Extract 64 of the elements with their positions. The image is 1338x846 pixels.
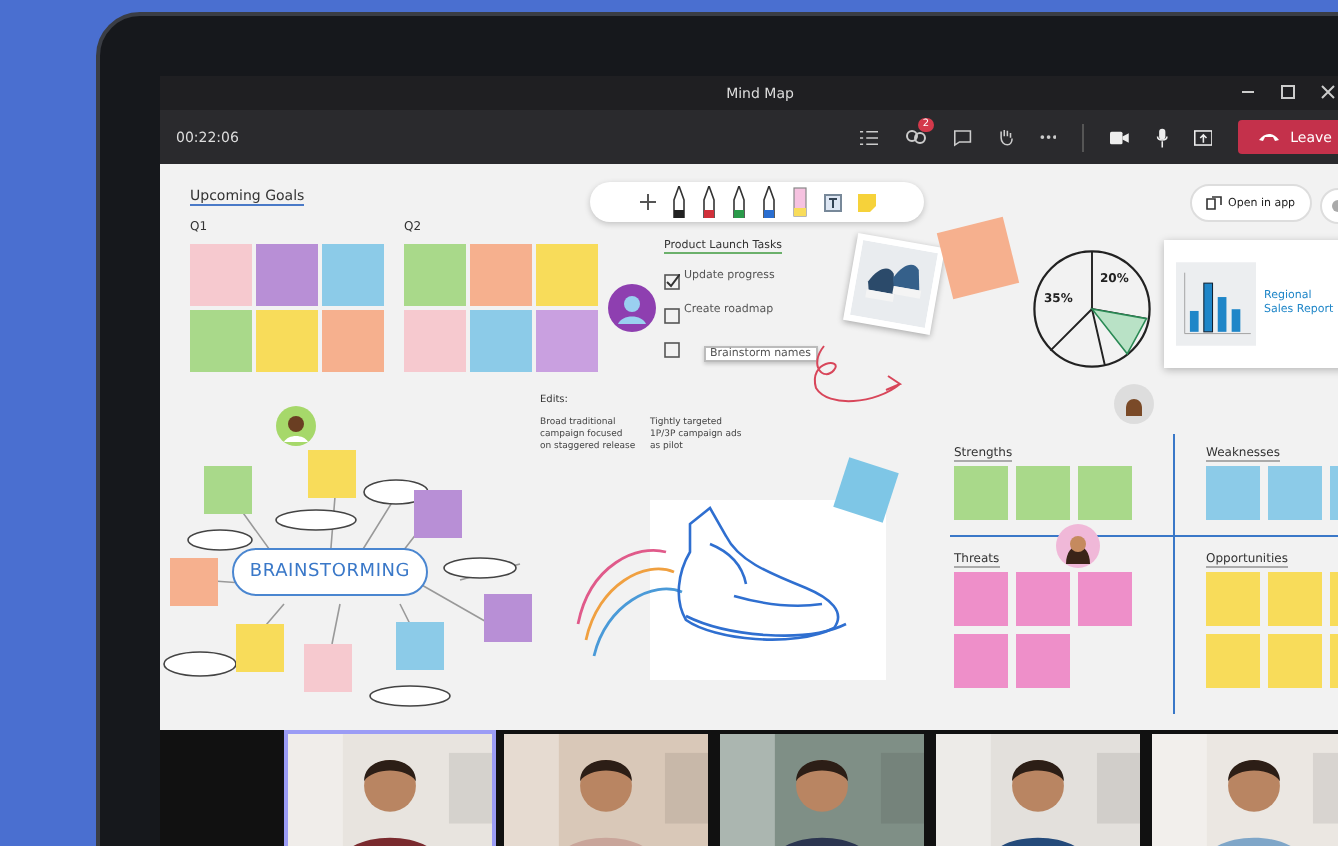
list-icon[interactable] bbox=[860, 127, 879, 147]
bar-chart-drawing bbox=[1176, 262, 1256, 346]
sticky-note[interactable] bbox=[470, 310, 532, 372]
sticky-note[interactable] bbox=[1078, 572, 1132, 626]
brainstorm-cloud: BRAINSTORMING bbox=[232, 548, 428, 596]
sticky-note[interactable] bbox=[404, 310, 466, 372]
sticky-note[interactable] bbox=[954, 634, 1008, 688]
move-icon[interactable] bbox=[639, 194, 655, 210]
sticky-note[interactable] bbox=[536, 310, 598, 372]
sticky-note[interactable] bbox=[256, 244, 318, 306]
sticky-note[interactable] bbox=[1206, 634, 1260, 688]
sticky-note[interactable] bbox=[322, 310, 384, 372]
sticky-note[interactable] bbox=[236, 624, 284, 672]
sticky-note-icon[interactable] bbox=[857, 193, 875, 211]
chat-icon[interactable] bbox=[954, 127, 972, 147]
sticky-note[interactable] bbox=[190, 310, 252, 372]
pen-icon[interactable] bbox=[731, 186, 745, 218]
sticky-note[interactable] bbox=[204, 466, 252, 514]
microphone-icon[interactable] bbox=[1155, 125, 1168, 149]
checkbox[interactable] bbox=[664, 342, 680, 358]
people-icon[interactable] bbox=[904, 127, 929, 147]
sticky-note[interactable] bbox=[396, 622, 444, 670]
checkbox[interactable] bbox=[664, 308, 680, 324]
share-screen-icon[interactable] bbox=[1193, 127, 1213, 147]
more-icon[interactable] bbox=[1039, 134, 1057, 140]
avatar-icon bbox=[1114, 384, 1154, 424]
close-icon[interactable] bbox=[1320, 84, 1336, 100]
sticky-note[interactable] bbox=[1016, 572, 1070, 626]
sticky-note[interactable] bbox=[170, 558, 218, 606]
sticky-note[interactable] bbox=[1078, 466, 1132, 520]
sticky-note[interactable] bbox=[470, 244, 532, 306]
sticky-note[interactable] bbox=[1016, 466, 1070, 520]
sticky-note[interactable] bbox=[954, 466, 1008, 520]
sticky-note[interactable] bbox=[308, 450, 356, 498]
avatar-icon bbox=[608, 284, 656, 332]
sticky-note[interactable] bbox=[1268, 466, 1322, 520]
pen-icon[interactable] bbox=[701, 186, 715, 218]
pie-chart-drawing bbox=[1028, 248, 1156, 370]
raise-hand-icon[interactable] bbox=[997, 126, 1014, 148]
avatar-icon bbox=[276, 406, 316, 446]
camera-icon[interactable] bbox=[1110, 129, 1130, 145]
sticky-note[interactable] bbox=[1206, 572, 1260, 626]
sticky-note[interactable] bbox=[404, 244, 466, 306]
sticky-note[interactable] bbox=[1268, 572, 1322, 626]
avatar-icon bbox=[1056, 524, 1100, 568]
sticky-note[interactable] bbox=[536, 244, 598, 306]
open-icon bbox=[1206, 196, 1222, 210]
pen-icon[interactable] bbox=[761, 186, 775, 218]
maximize-icon[interactable] bbox=[1280, 84, 1296, 100]
highlighter-icon[interactable] bbox=[791, 186, 807, 218]
sticky-note[interactable] bbox=[190, 244, 252, 306]
pen-icon[interactable] bbox=[671, 186, 685, 218]
sticky-note[interactable] bbox=[954, 572, 1008, 626]
sticky-note[interactable] bbox=[1268, 634, 1322, 688]
text-box-icon[interactable] bbox=[823, 193, 841, 211]
sticky-note[interactable] bbox=[1016, 634, 1070, 688]
sticky-note[interactable] bbox=[1206, 466, 1260, 520]
checkbox[interactable] bbox=[664, 274, 680, 290]
sticky-note[interactable] bbox=[484, 594, 532, 642]
sticky-note[interactable] bbox=[304, 644, 352, 692]
sticky-note[interactable] bbox=[414, 490, 462, 538]
phone-icon bbox=[1258, 132, 1281, 142]
sticky-note[interactable] bbox=[256, 310, 318, 372]
sticky-note[interactable] bbox=[322, 244, 384, 306]
